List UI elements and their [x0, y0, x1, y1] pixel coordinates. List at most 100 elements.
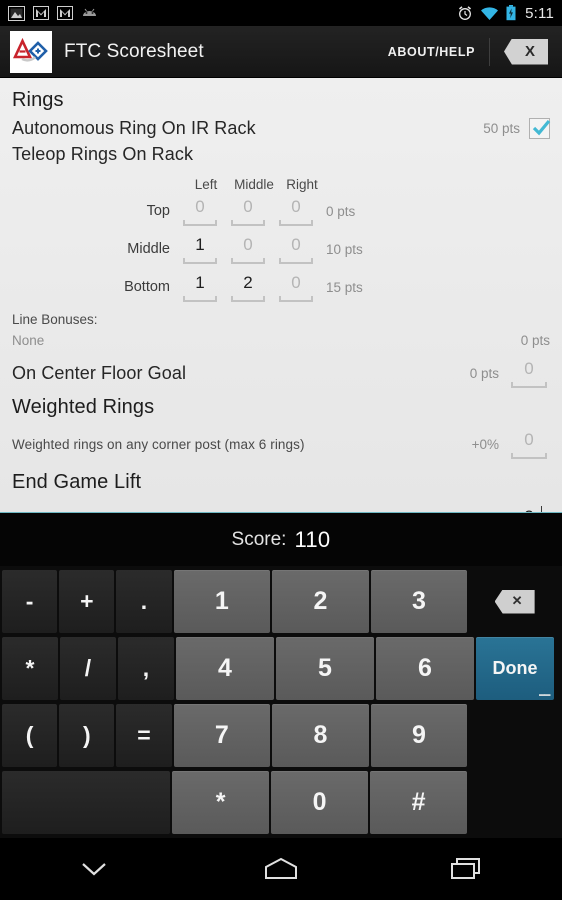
autonomous-ring-row[interactable]: Autonomous Ring On IR Rack 50 pts [12, 115, 551, 141]
key-hash[interactable]: # [370, 771, 467, 834]
key-paren-open[interactable]: ( [2, 704, 58, 767]
teleop-top-right-input[interactable]: 0 [276, 197, 316, 226]
action-bar-divider [489, 37, 490, 66]
teleop-bottom-left-input[interactable]: 1 [180, 273, 220, 302]
about-help-button[interactable]: ABOUT/HELP [374, 45, 489, 59]
key-slash[interactable]: / [60, 637, 116, 700]
check-icon [532, 119, 551, 135]
home-icon [264, 857, 297, 879]
teleop-bottom-right-input[interactable]: 0 [276, 273, 316, 302]
input-value: 0 [243, 234, 253, 254]
key-paren-close[interactable]: ) [59, 704, 115, 767]
key-5[interactable]: 5 [276, 637, 374, 700]
teleop-top-left-input[interactable]: 0 [180, 197, 220, 226]
teleop-middle-middle-input[interactable]: 0 [228, 235, 268, 264]
column-header-middle: Middle [234, 177, 274, 192]
score-bar: Score: 110 [0, 512, 562, 566]
line-bonuses-title: Line Bonuses: [12, 312, 98, 327]
teleop-bottom-middle-input[interactable]: 2 [228, 273, 268, 302]
input-value: 0 [291, 272, 301, 292]
key-comma[interactable]: , [118, 637, 174, 700]
center-floor-goal-row: On Center Floor Goal 0 pts 0 [12, 359, 550, 388]
done-key[interactable]: Done ▬▬ [476, 637, 554, 700]
teleop-grid-header: Left Middle Right [12, 170, 550, 192]
key-minus[interactable]: - [2, 570, 58, 633]
teleop-bottom-points: 15 pts [326, 279, 363, 295]
row-label-middle: Middle [127, 241, 170, 257]
teleop-grid-row: Bottom 1 2 0 15 pts [12, 268, 550, 306]
recents-icon [451, 858, 481, 879]
input-value: 2 [243, 272, 253, 292]
teleop-rings-row: Teleop Rings On Rack [12, 141, 550, 167]
input-value: 0 [291, 234, 301, 254]
key-9[interactable]: 9 [370, 704, 468, 767]
section-title-rings: Rings [12, 89, 64, 111]
gmail-icon [33, 6, 49, 20]
backspace-key[interactable]: ✕ [469, 570, 560, 633]
weighted-rings-input[interactable]: 0 [508, 430, 550, 459]
input-underline [228, 219, 268, 226]
autonomous-ring-label: Autonomous Ring On IR Rack [12, 117, 256, 138]
column-header-left: Left [194, 177, 218, 192]
wifi-icon [481, 6, 499, 20]
hide-keyboard-button[interactable] [0, 838, 187, 900]
numeric-keyboard: - + . 1 2 3 ✕ * / , 4 5 6 Done ▬▬ () = … [0, 566, 562, 838]
key-asterisk[interactable]: * [2, 637, 58, 700]
page-title: FTC Scoresheet [64, 40, 204, 62]
close-button[interactable]: X [504, 38, 548, 65]
weighted-rings-label: Weighted rings on any corner post (max 6… [12, 437, 305, 452]
input-underline [180, 219, 220, 226]
keyboard-row: - + . 1 2 3 ✕ [1, 568, 561, 635]
teleop-top-middle-input[interactable]: 0 [228, 197, 268, 226]
alarm-icon [459, 6, 472, 20]
center-floor-goal-label: On Center Floor Goal [12, 363, 187, 383]
input-underline [276, 295, 316, 302]
teleop-grid-row: Top 0 0 0 0 pts [12, 192, 550, 230]
key-period[interactable]: . [116, 570, 172, 633]
key-1[interactable]: 1 [173, 570, 271, 633]
score-value: 110 [294, 526, 331, 552]
key-star[interactable]: * [172, 771, 270, 834]
weighted-rings-row: Weighted rings on any corner post (max 6… [12, 430, 550, 459]
input-underline [508, 382, 550, 388]
home-button[interactable] [187, 838, 374, 900]
teleop-grid-row: Middle 1 0 0 10 pts [12, 230, 550, 268]
row-label-top: Top [146, 203, 170, 219]
input-underline [180, 295, 220, 302]
input-value: 0 [524, 430, 534, 449]
action-bar: FTC Scoresheet ABOUT/HELP X [0, 26, 562, 78]
recents-button[interactable] [375, 838, 562, 900]
input-underline [180, 257, 220, 264]
key-plus[interactable]: + [59, 570, 115, 633]
gmail-icon [57, 6, 73, 20]
input-value: 1 [195, 234, 205, 254]
center-floor-goal-points: 0 pts [469, 366, 499, 381]
center-floor-goal-input[interactable]: 0 [508, 359, 550, 388]
hide-keyboard-icon [81, 863, 106, 876]
autonomous-ring-checkbox[interactable] [529, 117, 551, 139]
close-button-label: X [524, 43, 535, 60]
key-8[interactable]: 8 [272, 704, 369, 767]
key-7[interactable]: 7 [173, 704, 271, 767]
keyboard-row: * 0 # [1, 769, 561, 836]
line-bonuses-value: None [12, 332, 45, 348]
column-header-right: Right [286, 177, 318, 192]
android-device-screen: 5:11 FTC Scoresheet ABOUT/HELP X Rings A… [0, 0, 562, 900]
backspace-icon: ✕ [494, 589, 535, 614]
input-value: 0 [243, 196, 253, 216]
input-underline [276, 219, 316, 226]
teleop-rings-label: Teleop Rings On Rack [12, 143, 194, 164]
key-6[interactable]: 6 [376, 637, 474, 700]
key-4[interactable]: 4 [176, 637, 274, 700]
key-equals[interactable]: = [116, 704, 172, 767]
key-0[interactable]: 0 [271, 771, 369, 834]
input-value: 0 [524, 359, 534, 378]
line-bonuses-row: None 0 pts [12, 327, 550, 353]
key-3[interactable]: 3 [370, 570, 468, 633]
teleop-top-points: 0 pts [326, 203, 356, 219]
key-spacebar[interactable] [2, 771, 171, 834]
key-2[interactable]: 2 [272, 570, 369, 633]
teleop-middle-left-input[interactable]: 1 [180, 235, 220, 264]
row-label-bottom: Bottom [124, 279, 170, 295]
teleop-middle-right-input[interactable]: 0 [276, 235, 316, 264]
